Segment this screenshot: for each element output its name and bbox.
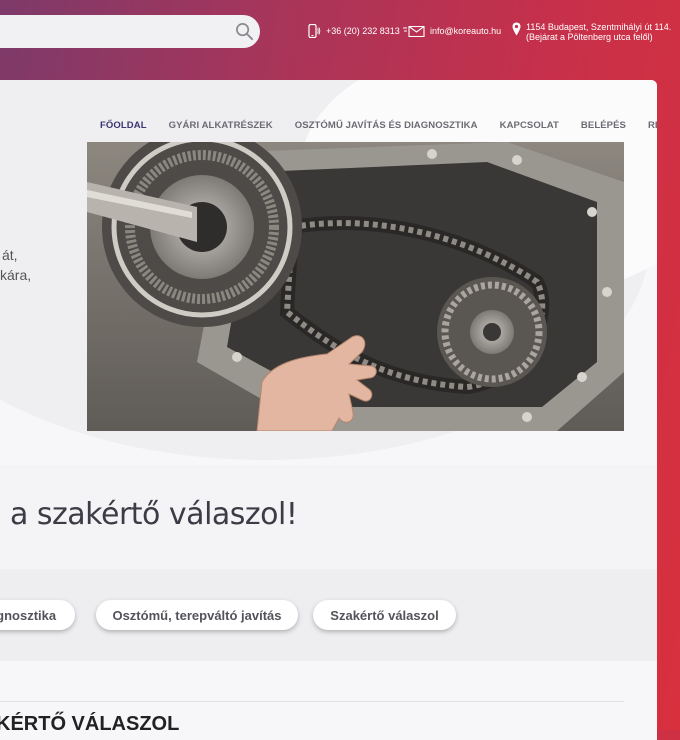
category-tabs: agnosztika Osztómű, terepváltó javítás S… <box>0 569 657 661</box>
nav-item-belepes[interactable]: BELÉPÉS <box>581 120 626 131</box>
tab-szakerto-valaszol[interactable]: Szakértő válaszol <box>313 600 456 630</box>
tab-diagnosztika[interactable]: agnosztika <box>0 600 75 630</box>
nav-item-fooldal[interactable]: FŐOLDAL <box>100 120 147 131</box>
hero-text: át, kára, <box>0 247 32 283</box>
nav-item-kapcsolat[interactable]: KAPCSOLAT <box>500 120 559 131</box>
envelope-icon <box>403 26 425 37</box>
expert-question-section: a szakértő válaszol! <box>0 465 657 569</box>
search-box <box>0 15 260 50</box>
expert-answers-heading: KÉRTŐ VÁLASZOL <box>0 713 180 735</box>
main-nav: FŐOLDAL GYÁRI ALKATRÉSZEK OSZTÓMŰ JAVÍTÁ… <box>100 120 657 131</box>
address-line-1: 1154 Budapest, Szentmihályi út 114. <box>526 22 672 32</box>
search-icon[interactable] <box>235 22 254 41</box>
location-pin-icon <box>512 22 521 36</box>
email-address[interactable]: info@koreauto.hu <box>430 26 501 36</box>
divider <box>0 701 624 702</box>
address-line-2: (Bejárat a Pöltenberg utca felől) <box>526 32 653 42</box>
nav-item-osztomu-javitas[interactable]: OSZTÓMŰ JAVÍTÁS ÉS DIAGNOSZTIKA <box>295 120 478 131</box>
phone-contact[interactable]: +36 (20) 232 8313 <box>308 24 400 38</box>
hero-section: FŐOLDAL GYÁRI ALKATRÉSZEK OSZTÓMŰ JAVÍTÁ… <box>0 80 657 464</box>
nav-item-regisztracio[interactable]: REGISZTRÁCIÓ <box>648 120 657 131</box>
expert-answers-section: KÉRTŐ VÁLASZOL <box>0 661 657 740</box>
phone-number[interactable]: +36 (20) 232 8313 <box>326 26 400 36</box>
nav-item-gyari-alkatreszek[interactable]: GYÁRI ALKATRÉSZEK <box>169 120 273 131</box>
hero-image <box>87 142 624 431</box>
address-contact[interactable]: 1154 Budapest, Szentmihályi út 114. (Bej… <box>512 22 671 42</box>
section-heading: a szakértő válaszol! <box>10 497 298 532</box>
email-contact[interactable]: info@koreauto.hu <box>403 26 501 37</box>
transfer-case-photo <box>87 142 624 431</box>
search-input[interactable] <box>10 15 214 50</box>
main-content-card: FŐOLDAL GYÁRI ALKATRÉSZEK OSZTÓMŰ JAVÍTÁ… <box>0 80 657 740</box>
phone-icon <box>308 24 321 38</box>
top-bar: +36 (20) 232 8313 info@koreauto.hu 1154 … <box>0 0 680 80</box>
tab-osztomu-javitas[interactable]: Osztómű, terepváltó javítás <box>96 600 298 630</box>
